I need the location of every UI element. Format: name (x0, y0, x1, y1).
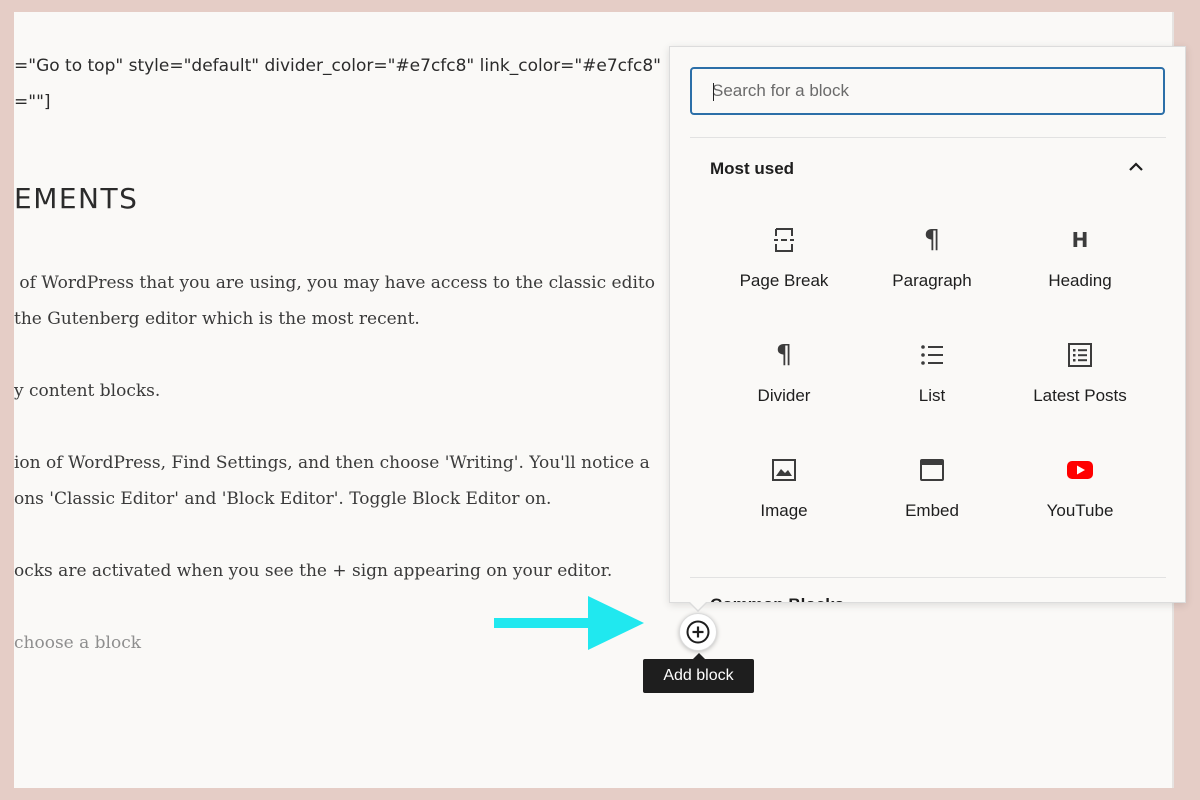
embed-icon (917, 455, 947, 485)
block-search-input[interactable] (692, 69, 1163, 113)
image-icon (769, 455, 799, 485)
paragraph-icon: ¶ (775, 340, 793, 370)
paragraph-line: the Gutenberg editor which is the most r… (14, 309, 420, 329)
block-divider[interactable]: ¶ Divider (710, 330, 858, 445)
block-label: Embed (905, 501, 959, 520)
section-heading: EMENTS (14, 182, 139, 215)
block-inserter-panel: Most used Page Break ¶ Paragraph H (669, 46, 1186, 603)
block-label: YouTube (1046, 501, 1114, 520)
chevron-up-icon[interactable] (1127, 158, 1145, 176)
divider (690, 577, 1166, 578)
block-label: List (918, 386, 946, 405)
block-label: Heading (1048, 271, 1112, 290)
block-embed[interactable]: Embed (858, 445, 1006, 560)
block-label: Image (760, 501, 808, 520)
paragraph-line: of WordPress that you are using, you may… (14, 273, 655, 293)
shortcode-text: ="Go to top" style="default" divider_col… (14, 48, 661, 120)
paragraph-line: ion of WordPress, Find Settings, and the… (14, 453, 650, 473)
plus-circle-icon (686, 620, 710, 644)
popover-pointer (689, 602, 707, 612)
block-label: Paragraph (892, 271, 972, 290)
text-caret (713, 83, 714, 101)
block-page-break[interactable]: Page Break (710, 215, 858, 330)
paragraph-line: y content blocks. (14, 381, 161, 401)
shortcode-line: =""] (14, 92, 51, 112)
block-placeholder[interactable]: choose a block (14, 625, 141, 661)
latest-posts-icon (1065, 340, 1095, 370)
add-block-tooltip: Add block (643, 653, 754, 693)
list-icon (917, 340, 947, 370)
page-break-icon (769, 225, 799, 255)
arrow-annotation-icon (494, 596, 644, 650)
most-used-title: Most used (710, 159, 795, 178)
heading-icon: H (1071, 228, 1089, 252)
block-image[interactable]: Image (710, 445, 858, 560)
block-label: Page Break (739, 271, 829, 290)
block-youtube[interactable]: YouTube (1006, 445, 1154, 560)
block-paragraph[interactable]: ¶ Paragraph (858, 215, 1006, 330)
block-list[interactable]: List (858, 330, 1006, 445)
paragraph-line: ocks are activated when you see the + si… (14, 561, 613, 581)
shortcode-line: ="Go to top" style="default" divider_col… (14, 56, 661, 76)
block-label: Divider (757, 386, 811, 405)
youtube-icon (1065, 455, 1095, 485)
divider (690, 137, 1166, 138)
next-section-title[interactable]: Common Blocks (710, 595, 844, 602)
block-heading[interactable]: H Heading (1006, 215, 1154, 330)
paragraph-line: ons 'Classic Editor' and 'Block Editor'.… (14, 489, 552, 509)
block-grid: Page Break ¶ Paragraph H Heading ¶ Divid… (710, 215, 1156, 560)
paragraph-icon: ¶ (923, 225, 941, 255)
block-label: Latest Posts (1033, 386, 1127, 405)
block-search[interactable] (690, 67, 1165, 115)
add-block-button[interactable] (679, 613, 717, 651)
block-latest-posts[interactable]: Latest Posts (1006, 330, 1154, 445)
